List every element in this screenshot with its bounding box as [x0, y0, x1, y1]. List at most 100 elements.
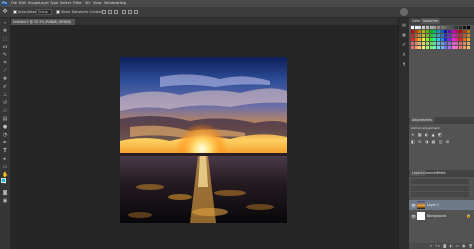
- swatch[interactable]: [436, 38, 440, 41]
- swatch[interactable]: [466, 26, 470, 29]
- character-panel-icon[interactable]: A: [401, 52, 407, 58]
- menu-type[interactable]: Type: [50, 1, 58, 6]
- swatch[interactable]: [459, 38, 463, 41]
- brush-tool-icon[interactable]: ✐: [2, 84, 8, 90]
- swatch[interactable]: [466, 34, 470, 37]
- swatch[interactable]: [433, 38, 437, 41]
- menu-window[interactable]: Window: [104, 1, 118, 6]
- align-top-icon[interactable]: [102, 10, 106, 14]
- swatch[interactable]: [418, 34, 422, 37]
- lasso-tool-icon[interactable]: ᔕ: [2, 44, 8, 50]
- align-right-icon[interactable]: [134, 10, 138, 14]
- swatch[interactable]: [433, 42, 437, 45]
- move-tool-icon[interactable]: ✥: [2, 9, 8, 15]
- tab-paths[interactable]: Paths: [435, 170, 448, 176]
- swatch[interactable]: [433, 34, 437, 37]
- swatch[interactable]: [444, 26, 448, 29]
- new-fill-layer-icon[interactable]: ◐: [449, 244, 453, 248]
- swatch[interactable]: [462, 42, 466, 45]
- swatch[interactable]: [425, 38, 429, 41]
- history-brush-tool-icon[interactable]: ↺: [2, 100, 8, 106]
- swatch[interactable]: [436, 30, 440, 33]
- swatch[interactable]: [462, 30, 466, 33]
- swatch[interactable]: [455, 38, 459, 41]
- history-panel-icon[interactable]: ▤: [401, 22, 407, 28]
- swatch[interactable]: [440, 42, 444, 45]
- swatch[interactable]: [429, 30, 433, 33]
- marquee-tool-icon[interactable]: ⬚: [2, 36, 8, 42]
- shape-tool-icon[interactable]: ▭: [2, 164, 8, 170]
- auto-select-dropdown[interactable]: Group: [36, 9, 52, 15]
- dodge-tool-icon[interactable]: ◔: [2, 132, 8, 138]
- type-tool-icon[interactable]: T: [2, 148, 8, 154]
- swatch[interactable]: [411, 46, 414, 49]
- swatch[interactable]: [448, 34, 451, 37]
- align-center-icon[interactable]: [128, 10, 132, 14]
- layer-filter-bar[interactable]: [411, 179, 469, 184]
- eraser-tool-icon[interactable]: ▱: [2, 108, 8, 114]
- swatch[interactable]: [414, 42, 418, 45]
- menu-layer[interactable]: Layer: [39, 1, 49, 6]
- swatch[interactable]: [418, 30, 422, 33]
- swatch[interactable]: [451, 34, 455, 37]
- swatch[interactable]: [411, 26, 414, 29]
- swatch[interactable]: [444, 38, 448, 41]
- swatch[interactable]: [414, 38, 418, 41]
- swatch[interactable]: [444, 42, 448, 45]
- crop-tool-icon[interactable]: ⌗: [2, 60, 8, 66]
- swatch[interactable]: [429, 42, 433, 45]
- workspace-icon[interactable]: [400, 8, 408, 16]
- swatch[interactable]: [425, 26, 429, 29]
- swatch[interactable]: [425, 46, 429, 49]
- foreground-color-swatch[interactable]: [1, 178, 6, 183]
- swatch[interactable]: [418, 26, 422, 29]
- eyedropper-tool-icon[interactable]: ⟋: [2, 68, 8, 74]
- swatch[interactable]: [459, 46, 463, 49]
- swatch[interactable]: [462, 26, 466, 29]
- gradient-tool-icon[interactable]: ▤: [2, 116, 8, 122]
- swatch[interactable]: [411, 38, 414, 41]
- swatch-grid[interactable]: [411, 26, 471, 51]
- swatch[interactable]: [459, 26, 463, 29]
- layer-row[interactable]: 👁 Layer 1: [409, 200, 474, 210]
- align-left-icon[interactable]: [122, 10, 126, 14]
- swatch[interactable]: [451, 30, 455, 33]
- move-tool-icon[interactable]: ✥: [2, 28, 8, 34]
- blend-mode-row[interactable]: [411, 186, 469, 191]
- swatch[interactable]: [418, 42, 422, 45]
- swatch[interactable]: [462, 34, 466, 37]
- layer-row[interactable]: 👁 Background 🔒: [409, 211, 474, 221]
- properties-panel-icon[interactable]: ▦: [401, 32, 407, 38]
- swatch[interactable]: [436, 34, 440, 37]
- swatch[interactable]: [440, 34, 444, 37]
- document-image[interactable]: [120, 57, 287, 223]
- swatch[interactable]: [444, 30, 448, 33]
- clone-stamp-tool-icon[interactable]: ⊥: [2, 92, 8, 98]
- auto-select-checkbox[interactable]: [13, 10, 17, 14]
- swatch[interactable]: [448, 38, 451, 41]
- swatch[interactable]: [414, 46, 418, 49]
- swatch[interactable]: [433, 26, 437, 29]
- align-bottom-icon[interactable]: [114, 10, 118, 14]
- swatch[interactable]: [459, 42, 463, 45]
- show-transform-checkbox[interactable]: [56, 10, 60, 14]
- swatch[interactable]: [429, 34, 433, 37]
- swatch[interactable]: [462, 38, 466, 41]
- swatch[interactable]: [429, 46, 433, 49]
- swatch[interactable]: [451, 26, 455, 29]
- swatch[interactable]: [448, 42, 451, 45]
- menu-view[interactable]: View: [93, 1, 102, 6]
- menu-select[interactable]: Select: [60, 1, 71, 6]
- delete-layer-icon[interactable]: 🗑: [469, 244, 474, 248]
- swatch[interactable]: [422, 34, 426, 37]
- path-selection-tool-icon[interactable]: ▸: [2, 156, 8, 162]
- swatch[interactable]: [448, 30, 451, 33]
- swatch[interactable]: [414, 30, 418, 33]
- fx-icon[interactable]: fx: [436, 244, 441, 248]
- swatch[interactable]: [451, 42, 455, 45]
- screen-mode-icon[interactable]: ▣: [2, 198, 8, 204]
- swatch[interactable]: [414, 26, 418, 29]
- new-group-icon[interactable]: ▭: [456, 244, 460, 248]
- paragraph-panel-icon[interactable]: ¶: [401, 62, 407, 68]
- swatch[interactable]: [436, 42, 440, 45]
